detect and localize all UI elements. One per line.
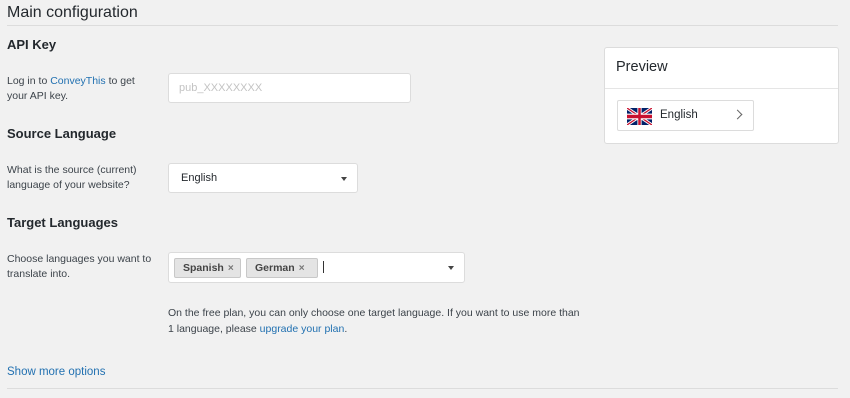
preview-language-label: English: [660, 109, 698, 121]
note-suffix: .: [344, 323, 348, 335]
source-language-description: What is the source (current) language of…: [7, 164, 137, 191]
chevron-right-icon: [732, 109, 743, 120]
source-language-value: English: [181, 172, 218, 184]
api-key-title: API Key: [7, 37, 57, 52]
api-key-input[interactable]: [168, 73, 411, 103]
source-language-title: Source Language: [7, 126, 117, 141]
page-title: Main configuration: [7, 4, 138, 21]
api-key-desc-prefix: Log in to: [7, 75, 51, 87]
caret-down-icon: [341, 177, 347, 181]
api-key-description: Log in to ConveyThis to get your API key…: [7, 74, 157, 104]
target-languages-description: Choose languages you want to translate i…: [7, 253, 152, 280]
title-divider: [7, 25, 838, 26]
bottom-divider: [7, 388, 838, 389]
preview-title: Preview: [616, 59, 668, 75]
conveythis-link[interactable]: ConveyThis: [50, 75, 105, 87]
upgrade-plan-link[interactable]: upgrade your plan: [260, 323, 345, 335]
chip-label: German: [255, 262, 295, 274]
language-switcher-button[interactable]: English: [617, 100, 754, 131]
remove-icon[interactable]: ×: [228, 263, 234, 274]
preview-panel: Preview English: [604, 47, 839, 144]
chip-german: German ×: [246, 258, 318, 278]
text-cursor: [323, 261, 324, 273]
remove-icon[interactable]: ×: [299, 263, 305, 274]
chip-spanish: Spanish ×: [174, 258, 241, 278]
chip-label: Spanish: [183, 262, 224, 274]
show-more-options-link[interactable]: Show more options: [7, 366, 105, 378]
note-text: On the free plan, you can only choose on…: [168, 307, 580, 335]
free-plan-note: On the free plan, you can only choose on…: [168, 305, 588, 337]
caret-down-icon: [448, 266, 454, 270]
target-languages-select[interactable]: Spanish × German ×: [168, 252, 465, 283]
preview-divider: [605, 88, 838, 89]
uk-flag-icon: [627, 108, 652, 125]
source-language-select[interactable]: English: [168, 163, 358, 193]
target-languages-title: Target Languages: [7, 215, 119, 230]
